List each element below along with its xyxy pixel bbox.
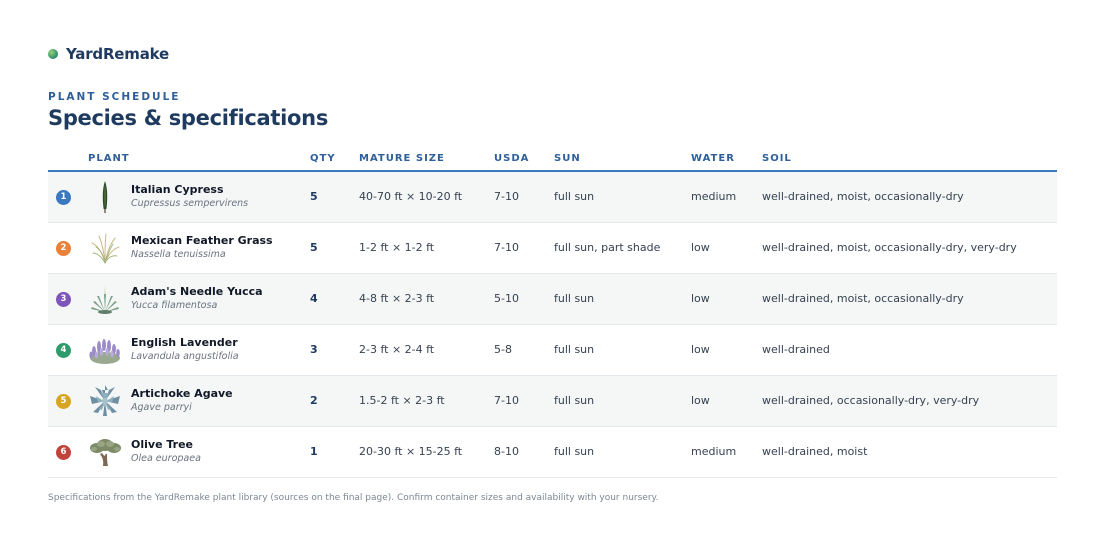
plant-soil: well-drained, moist, occasionally-dry <box>762 292 964 305</box>
plant-mature-size: 20-30 ft × 15-25 ft <box>359 445 463 458</box>
column-header-usda: USDA <box>494 153 530 164</box>
plant-common-name: Mexican Feather Grass <box>131 234 273 247</box>
plant-sun: full sun <box>554 190 595 203</box>
plant-water: medium <box>691 445 737 458</box>
plant-qty: 5 <box>310 241 318 254</box>
section-eyebrow: PLANT SCHEDULE <box>48 91 181 103</box>
plant-usda-zone: 7-10 <box>494 394 519 407</box>
plant-mature-size: 1-2 ft × 1-2 ft <box>359 241 435 254</box>
plant-qty: 3 <box>310 343 318 356</box>
plant-sun: full sun, part shade <box>554 241 661 254</box>
plant-qty: 2 <box>310 394 318 407</box>
plant-soil: well-drained, moist, occasionally-dry <box>762 190 964 203</box>
row-number-badge: 3 <box>56 292 71 307</box>
plant-water: low <box>691 343 710 356</box>
table-row: 1 Italian Cypress Cupressus sempervirens 5 4… <box>48 172 1057 223</box>
plant-common-name: Olive Tree <box>131 438 193 451</box>
agave-icon <box>88 384 122 418</box>
yucca-icon <box>88 282 122 316</box>
olive-tree-icon <box>88 435 122 469</box>
table-row: 2 Mexican Feather Grass Nassella tenuissim… <box>48 223 1057 274</box>
plant-usda-zone: 8-10 <box>494 445 519 458</box>
plant-usda-zone: 5-10 <box>494 292 519 305</box>
brand-logo-icon <box>48 49 58 59</box>
table-row: 5 Artichoke Agave Agave parryi 2 1.5-2 ft × … <box>48 376 1057 427</box>
plant-latin-name: Olea europaea <box>131 453 201 464</box>
cypress-icon <box>88 180 122 214</box>
plant-mature-size: 40-70 ft × 10-20 ft <box>359 190 463 203</box>
column-header-qty: QTY <box>310 153 336 164</box>
row-number-badge: 2 <box>56 241 71 256</box>
plant-usda-zone: 7-10 <box>494 190 519 203</box>
plant-soil: well-drained <box>762 343 830 356</box>
plant-sun: full sun <box>554 343 595 356</box>
lavender-icon <box>88 333 122 367</box>
plant-latin-name: Yucca filamentosa <box>131 300 218 311</box>
plant-latin-name: Lavandula angustifolia <box>131 351 239 362</box>
table-row: 6 Olive Tree Olea europaea 1 20-30 ft × 15-2… <box>48 427 1057 478</box>
plant-usda-zone: 7-10 <box>494 241 519 254</box>
plant-qty: 1 <box>310 445 318 458</box>
plant-mature-size: 4-8 ft × 2-3 ft <box>359 292 435 305</box>
column-header-mature-size: MATURE SIZE <box>359 153 445 164</box>
table-header: PLANT QTY MATURE SIZE USDA SUN WATER SOI… <box>48 150 1057 172</box>
table-row: 3 Adam's Needle Yucca Yucca filamentosa 4 4-… <box>48 274 1057 325</box>
plant-soil: well-drained, moist, occasionally-dry, v… <box>762 241 1017 254</box>
table-body: 1 Italian Cypress Cupressus sempervirens 5 4… <box>48 172 1057 478</box>
plant-common-name: Artichoke Agave <box>131 387 233 400</box>
plant-water: medium <box>691 190 737 203</box>
plant-schedule-table: PLANT QTY MATURE SIZE USDA SUN WATER SOI… <box>48 150 1057 478</box>
plant-common-name: Adam's Needle Yucca <box>131 285 263 298</box>
plant-latin-name: Agave parryi <box>131 402 192 413</box>
plant-qty: 4 <box>310 292 318 305</box>
column-header-soil: SOIL <box>762 153 792 164</box>
row-number-badge: 5 <box>56 394 71 409</box>
row-number-badge: 6 <box>56 445 71 460</box>
plant-water: low <box>691 394 710 407</box>
column-header-sun: SUN <box>554 153 581 164</box>
brand: YardRemake <box>48 45 169 63</box>
plant-water: low <box>691 241 710 254</box>
feather-grass-icon <box>88 231 122 265</box>
plant-water: low <box>691 292 710 305</box>
plant-usda-zone: 5-8 <box>494 343 512 356</box>
column-header-water: WATER <box>691 153 735 164</box>
column-header-plant: PLANT <box>88 153 130 164</box>
plant-mature-size: 2-3 ft × 2-4 ft <box>359 343 435 356</box>
plant-latin-name: Cupressus sempervirens <box>131 198 249 209</box>
plant-soil: well-drained, moist <box>762 445 868 458</box>
plant-latin-name: Nassella tenuissima <box>131 249 226 260</box>
plant-soil: well-drained, occasionally-dry, very-dry <box>762 394 980 407</box>
plant-sun: full sun <box>554 445 595 458</box>
row-number-badge: 4 <box>56 343 71 358</box>
brand-name: YardRemake <box>66 45 169 63</box>
plant-sun: full sun <box>554 292 595 305</box>
plant-mature-size: 1.5-2 ft × 2-3 ft <box>359 394 445 407</box>
footnote: Specifications from the YardRemake plant… <box>48 493 659 503</box>
table-row: 4 English Lavender Lavandula angustifolia 3… <box>48 325 1057 376</box>
row-number-badge: 1 <box>56 190 71 205</box>
plant-common-name: Italian Cypress <box>131 183 224 196</box>
page-title: Species & specifications <box>48 106 329 130</box>
plant-common-name: English Lavender <box>131 336 238 349</box>
plant-sun: full sun <box>554 394 595 407</box>
plant-qty: 5 <box>310 190 318 203</box>
